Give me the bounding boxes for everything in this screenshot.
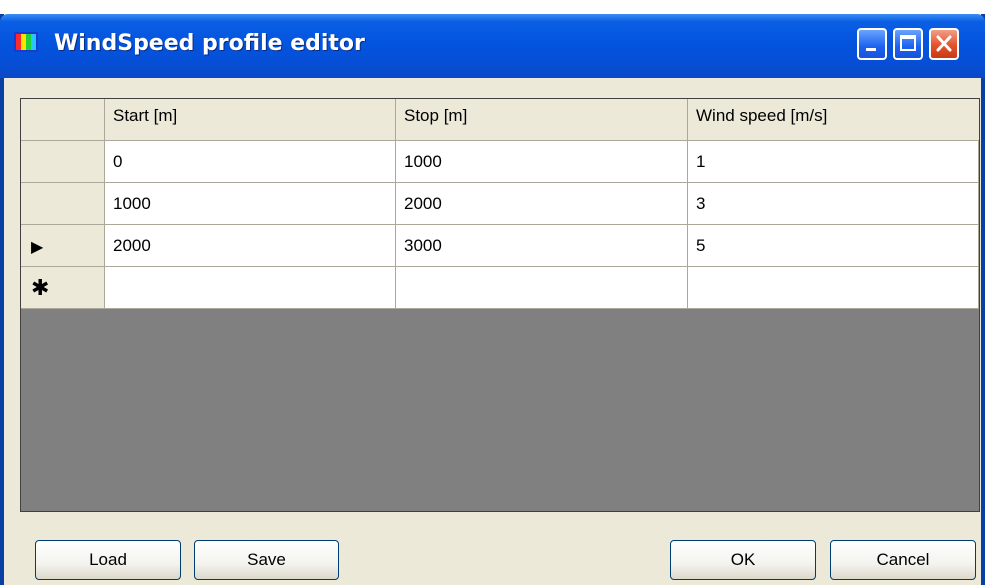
new-row-asterisk-icon: ✱ [31,275,50,300]
grid-header: Start [m] Stop [m] Wind speed [m/s] [21,99,979,141]
current-row-arrow-icon: ▶ [31,239,44,256]
row-header[interactable]: ✱ [21,267,105,309]
cell-stop[interactable]: 3000 [396,225,688,267]
cancel-button[interactable]: Cancel [830,540,976,580]
title-bar[interactable]: WindSpeed profile editor [0,14,985,78]
cell-stop[interactable]: 2000 [396,183,688,225]
cell-start[interactable]: 0 [105,141,396,183]
ok-button[interactable]: OK [670,540,816,580]
cell-wind-speed[interactable]: 3 [688,183,979,225]
cell-wind-speed[interactable]: 1 [688,141,979,183]
maximize-button[interactable] [893,28,923,60]
window-title: WindSpeed profile editor [54,31,365,56]
column-header-start[interactable]: Start [m] [105,99,396,140]
header-corner[interactable] [21,99,105,140]
cell-wind-speed[interactable]: 5 [688,225,979,267]
data-grid[interactable]: Start [m] Stop [m] Wind speed [m/s] 0 10… [20,98,980,512]
minimize-button[interactable] [857,28,887,60]
app-icon [14,30,38,54]
column-header-wind-speed[interactable]: Wind speed [m/s] [688,99,979,140]
load-button[interactable]: Load [35,540,181,580]
new-row[interactable]: ✱ [21,267,979,309]
cell-stop[interactable]: 1000 [396,141,688,183]
table-row[interactable]: 1000 2000 3 [21,183,979,225]
maximize-icon [900,35,916,51]
dialog-window: WindSpeed profile editor Start [m] Stop … [0,14,985,585]
table-row[interactable]: ▶ 2000 3000 5 [21,225,979,267]
row-header[interactable] [21,183,105,225]
cell-start[interactable]: 2000 [105,225,396,267]
minimize-icon [866,48,876,51]
save-button[interactable]: Save [194,540,339,580]
column-header-stop[interactable]: Stop [m] [396,99,688,140]
cell-stop[interactable] [396,267,688,309]
row-header[interactable]: ▶ [21,225,105,267]
cell-start[interactable]: 1000 [105,183,396,225]
cell-start[interactable] [105,267,396,309]
close-icon [936,35,952,52]
cell-wind-speed[interactable] [688,267,979,309]
row-header[interactable] [21,141,105,183]
close-button[interactable] [929,28,959,60]
table-row[interactable]: 0 1000 1 [21,141,979,183]
